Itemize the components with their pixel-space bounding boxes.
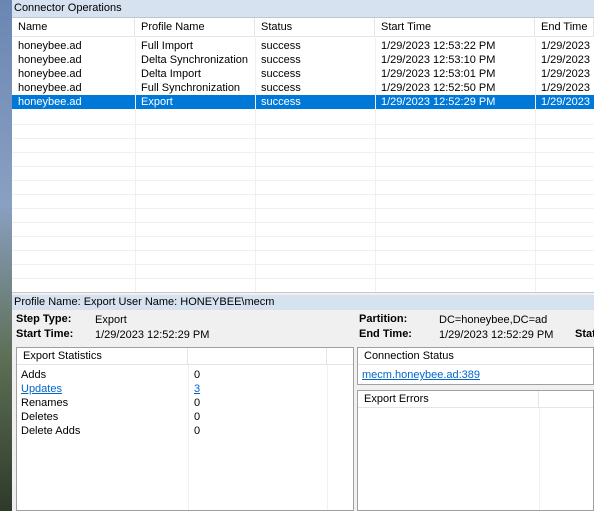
cell-name: honeybee.ad <box>18 96 82 108</box>
cell-status: success <box>261 96 301 108</box>
row-gridline <box>12 208 594 209</box>
stat-label: Delete Adds <box>21 425 81 437</box>
cell-profile: Full Import <box>141 40 193 52</box>
export-errors-extra-header[interactable] <box>539 391 593 408</box>
connection-status-header: Connection Status <box>358 348 593 365</box>
row-gridline <box>12 124 594 125</box>
row-gridline <box>12 264 594 265</box>
column-header-end-time[interactable]: End Time <box>535 18 594 36</box>
cell-name: honeybee.ad <box>18 54 82 66</box>
row-gridline <box>12 222 594 223</box>
stat-value: 0 <box>194 369 201 381</box>
cell-status: success <box>261 82 301 94</box>
details-header: Profile Name: Export User Name: HONEYBEE… <box>12 295 594 310</box>
export-errors-list[interactable]: Export Errors <box>357 390 594 511</box>
stat-value: 0 <box>194 411 201 423</box>
column-divider <box>188 365 189 510</box>
row-gridline <box>12 180 594 181</box>
cell-start-time: 1/29/2023 12:52:50 PM <box>381 82 496 94</box>
column-header-profile-name[interactable]: Profile Name <box>135 18 255 36</box>
column-header-name[interactable]: Name <box>12 18 135 36</box>
table-row[interactable]: honeybee.ad Full Import success 1/29/2023 1… <box>12 39 594 53</box>
column-divider <box>539 408 540 510</box>
cell-end-time: 1/29/2023 <box>541 96 590 108</box>
cell-name: honeybee.ad <box>18 68 82 80</box>
column-divider <box>535 36 536 292</box>
partition-value: DC=honeybee,DC=ad <box>439 314 548 326</box>
cell-end-time: 1/29/2023 <box>541 54 590 66</box>
column-divider <box>327 365 328 510</box>
cell-start-time: 1/29/2023 12:53:01 PM <box>381 68 496 80</box>
end-time-value: 1/29/2023 12:52:29 PM <box>439 329 554 341</box>
step-type-value: Export <box>95 314 127 326</box>
table-row[interactable]: honeybee.ad Delta Synchronization success 1… <box>12 53 594 67</box>
start-time-label: Start Time: <box>16 328 74 340</box>
stat-value: 0 <box>194 397 201 409</box>
list-header: Name Profile Name Status Start Time End … <box>12 18 594 37</box>
cell-name: honeybee.ad <box>18 40 82 52</box>
connection-status-link[interactable]: mecm.honeybee.ad:389 <box>362 369 480 381</box>
connector-operations-title-text: Connector Operations <box>14 2 122 14</box>
export-statistics-list[interactable]: Export Statistics Adds 0 Updates 3 Renames 0 D… <box>16 347 354 511</box>
stat-value: 0 <box>194 425 201 437</box>
cell-end-time: 1/29/2023 <box>541 68 590 80</box>
operation-details-pane: Profile Name: Export User Name: HONEYBEE… <box>12 295 594 511</box>
cell-status: success <box>261 40 301 52</box>
cell-profile: Delta Synchronization <box>141 54 249 66</box>
row-gridline <box>12 194 594 195</box>
row-gridline <box>12 250 594 251</box>
stat-label: Adds <box>21 369 47 381</box>
connector-operations-list[interactable]: Name Profile Name Status Start Time End … <box>12 18 594 292</box>
row-gridline <box>12 278 594 279</box>
table-row[interactable]: honeybee.ad Full Synchronization success 1/… <box>12 81 594 95</box>
row-gridline <box>12 166 594 167</box>
column-header-start-time[interactable]: Start Time <box>375 18 535 36</box>
export-errors-header[interactable]: Export Errors <box>358 391 539 408</box>
cell-profile: Full Synchronization <box>141 82 241 94</box>
sync-service-manager-window: Connector Operations Name Profile Name S… <box>12 0 594 511</box>
export-statistics-value-header[interactable] <box>188 348 327 365</box>
cell-start-time: 1/29/2023 12:52:29 PM <box>381 96 496 108</box>
cell-end-time: 1/29/2023 <box>541 82 590 94</box>
export-statistics-header[interactable]: Export Statistics <box>17 348 188 365</box>
stat-label: Renames <box>21 397 69 409</box>
cell-start-time: 1/29/2023 12:53:22 PM <box>381 40 496 52</box>
row-gridline <box>12 236 594 237</box>
start-time-value: 1/29/2023 12:52:29 PM <box>95 329 210 341</box>
status-label: Stat <box>575 328 594 340</box>
cell-end-time: 1/29/2023 <box>541 40 590 52</box>
details-header-text: Profile Name: Export User Name: HONEYBEE… <box>14 296 275 308</box>
column-divider <box>255 36 256 292</box>
end-time-label: End Time: <box>359 328 412 340</box>
cell-status: success <box>261 54 301 66</box>
table-row[interactable]: honeybee.ad Delta Import success 1/29/2023 … <box>12 67 594 81</box>
export-statistics-extra-header <box>327 348 353 365</box>
connection-status-panel: Connection Status mecm.honeybee.ad:389 <box>357 347 594 385</box>
cell-profile: Export <box>141 96 173 108</box>
stat-value[interactable]: 3 <box>194 382 200 396</box>
step-type-label: Step Type: <box>16 313 72 325</box>
connector-operations-title: Connector Operations <box>12 0 594 18</box>
column-divider <box>375 36 376 292</box>
table-row[interactable]: honeybee.ad Export success 1/29/2023 12:52:… <box>12 95 594 109</box>
desktop-background <box>0 0 12 511</box>
stat-label[interactable]: Updates <box>21 382 62 396</box>
cell-status: success <box>261 68 301 80</box>
row-gridline <box>12 152 594 153</box>
cell-start-time: 1/29/2023 12:53:10 PM <box>381 54 496 66</box>
cell-profile: Delta Import <box>141 68 201 80</box>
stat-label: Deletes <box>21 411 59 423</box>
row-gridline <box>12 138 594 139</box>
partition-label: Partition: <box>359 313 408 325</box>
column-header-status[interactable]: Status <box>255 18 375 36</box>
cell-name: honeybee.ad <box>18 82 82 94</box>
column-divider <box>135 36 136 292</box>
